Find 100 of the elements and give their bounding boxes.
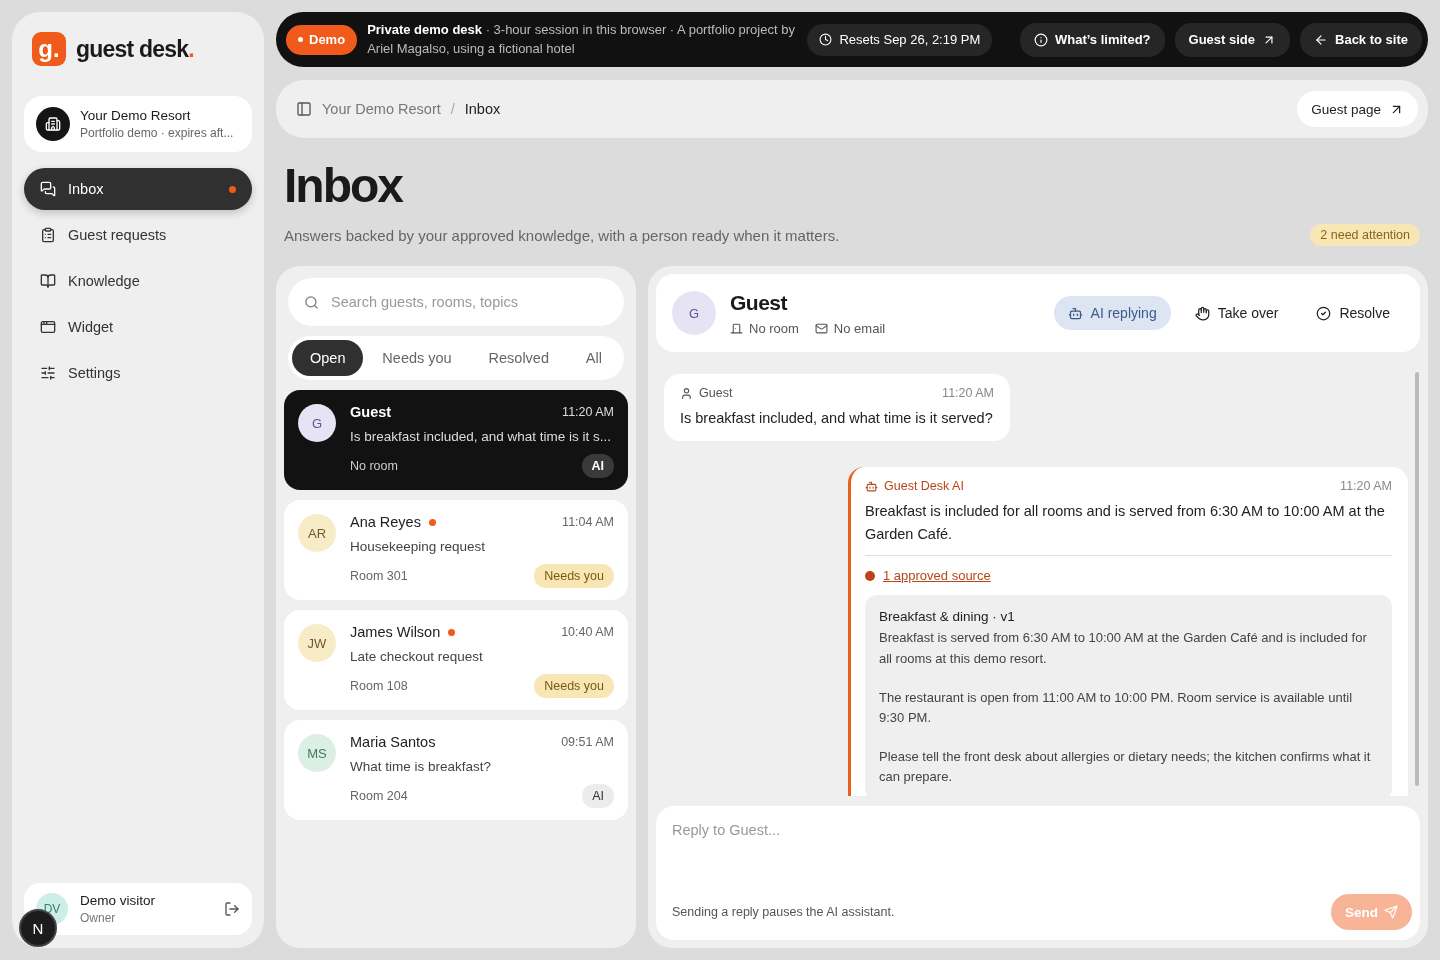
demo-badge: Demo xyxy=(286,24,358,55)
guest-name: Maria Santos xyxy=(350,734,436,750)
reply-composer[interactable]: Reply to Guest... Sending a reply pauses the AI assistant. Send xyxy=(656,806,1420,940)
status-tag: Needs you xyxy=(534,564,614,588)
sidebar-toggle-icon[interactable] xyxy=(296,101,312,117)
arrow-left-icon xyxy=(1314,32,1328,47)
message-text: Is breakfast included, and what time is it served? xyxy=(680,409,994,428)
avatar: G xyxy=(298,404,336,442)
filter-tab[interactable]: Open xyxy=(292,340,364,376)
search-input[interactable]: Search guests, rooms, topics xyxy=(329,293,608,311)
message-time: 11:20 AM xyxy=(942,386,994,400)
room-label: No room xyxy=(730,320,799,336)
check-circle-icon xyxy=(1316,305,1332,321)
clock-icon xyxy=(819,33,833,46)
user-role: Owner xyxy=(80,911,117,925)
avatar: G xyxy=(672,291,716,335)
ai-status-button[interactable]: AI replying xyxy=(1053,296,1171,330)
banner-button[interactable]: Back to site xyxy=(1300,22,1422,57)
logo-text: guest desk. xyxy=(76,35,194,63)
message-time: 10:40 AM xyxy=(561,625,614,639)
room-label: No room xyxy=(350,459,398,473)
conversation-item[interactable]: G Guest 11:20 AM Is breakfast included, and what time is it s... No room AI xyxy=(284,390,628,490)
banner-text: Private demo desk · 3-hour session in this browser · A portfolio project by Ariel Magalso, using a fictional hotel xyxy=(367,20,796,58)
message-author: Guest xyxy=(680,386,733,400)
attention-badge: 2 need attention xyxy=(1310,224,1420,246)
guest-name: Ana Reyes xyxy=(350,514,421,530)
conversation-item[interactable]: AR Ana Reyes 11:04 AM Housekeeping request Room 301 Needs you xyxy=(284,500,628,600)
header-action-button[interactable]: Resolve xyxy=(1302,296,1404,330)
guest-name: Guest xyxy=(350,404,392,420)
book-icon xyxy=(40,273,56,289)
logout-icon[interactable] xyxy=(224,901,240,917)
person-icon xyxy=(680,386,693,400)
mail-icon xyxy=(814,321,828,335)
chat-icon xyxy=(40,181,56,197)
search-field[interactable]: Search guests, rooms, topics xyxy=(288,278,624,326)
source-text: Please tell the front desk about allergies or dietary needs; the kitchen confirms what it can prepare. xyxy=(879,747,1372,787)
window-icon xyxy=(40,319,56,335)
door-icon xyxy=(730,321,743,335)
building-icon xyxy=(36,107,70,141)
user-name: Demo visitor xyxy=(80,893,156,908)
room-label: Room 301 xyxy=(350,569,408,583)
nav-item[interactable]: Widget xyxy=(24,306,252,348)
source-link[interactable]: 1 approved source xyxy=(883,568,991,584)
breadcrumb-current: Inbox xyxy=(464,101,502,117)
sliders-icon xyxy=(40,365,56,381)
status-tag: AI xyxy=(582,784,614,808)
source-text: Breakfast is served from 6:30 AM to 10:00 AM at the Garden Café and is included for all rooms at this demo resort. xyxy=(879,629,1368,668)
hand-icon xyxy=(1194,305,1210,321)
reset-chip: Resets Sep 26, 2:19 PM xyxy=(807,23,993,56)
composer-hint: Sending a reply pauses the AI assistant. xyxy=(672,905,895,919)
guest-name: James Wilson xyxy=(350,624,441,640)
robot-icon xyxy=(1067,305,1083,321)
guest-page-button[interactable]: Guest page xyxy=(1297,91,1418,127)
send-icon xyxy=(1384,905,1398,919)
page-title: Inbox xyxy=(284,162,404,210)
property-subtitle: Portfolio demo · expires aft... xyxy=(80,126,234,140)
avatar: JW xyxy=(298,624,336,662)
nav-item[interactable]: Settings xyxy=(24,352,252,394)
source-text: The restaurant is open from 11:00 AM to 10:00 PM. Room service is available until 9:30 PM. xyxy=(879,688,1354,727)
conversation-item[interactable]: MS Maria Santos 09:51 AM What time is breakfast? Room 204 AI xyxy=(284,720,628,820)
scrollbar[interactable] xyxy=(1414,372,1420,786)
message-preview: What time is breakfast? xyxy=(350,759,493,774)
robot-icon xyxy=(865,479,878,493)
room-label: Room 204 xyxy=(350,789,408,803)
avatar: MS xyxy=(298,734,336,772)
room-label: Room 108 xyxy=(350,679,408,693)
guest-name: Guest xyxy=(730,290,789,315)
filter-tab[interactable]: All xyxy=(567,340,620,376)
page-subtitle: Answers backed by your approved knowledge, with a person ready when it matters. xyxy=(284,226,840,244)
clipboard-icon xyxy=(40,227,56,243)
status-tag: AI xyxy=(581,454,614,478)
info-icon xyxy=(1033,32,1048,47)
header-action-button[interactable]: Take over xyxy=(1180,296,1293,330)
conversation-item[interactable]: JW James Wilson 10:40 AM Late checkout request Room 108 Needs you xyxy=(284,610,628,710)
logo-mark: g. xyxy=(32,32,66,66)
status-tag: Needs you xyxy=(534,674,614,698)
avatar: AR xyxy=(298,514,336,552)
nav-item[interactable]: Inbox xyxy=(24,168,252,210)
message-preview: Is breakfast included, and what time is it s... xyxy=(350,429,613,444)
message-preview: Late checkout request xyxy=(350,649,484,664)
filter-tab[interactable]: Needs you xyxy=(364,340,470,376)
message-time: 11:04 AM xyxy=(562,515,614,529)
breadcrumb-separator: / xyxy=(450,101,455,117)
source-title: Breakfast & dining · v1 xyxy=(879,609,1016,625)
banner-button[interactable]: What’s limited? xyxy=(1019,22,1165,57)
email-label: No email xyxy=(814,320,886,336)
message-text: Breakfast is included for all rooms and is served from 6:30 AM to 10:00 AM at the Garden Café. xyxy=(865,502,1386,544)
message-time: 11:20 AM xyxy=(562,405,614,419)
message-author: Guest Desk AI xyxy=(865,479,964,494)
message-preview: Housekeeping request xyxy=(350,539,487,554)
breadcrumb-link[interactable]: Your Demo Resort xyxy=(322,101,441,117)
filter-tab[interactable]: Resolved xyxy=(470,340,567,376)
property-card[interactable]: Your Demo Resort Portfolio demo · expires aft... xyxy=(24,96,252,152)
nav-item[interactable]: Knowledge xyxy=(24,260,252,302)
message-time: 09:51 AM xyxy=(561,735,614,749)
banner-button[interactable]: Guest side xyxy=(1174,22,1290,57)
message-time: 11:20 AM xyxy=(1340,479,1392,494)
search-icon xyxy=(304,294,319,310)
property-name: Your Demo Resort xyxy=(80,108,192,123)
nav-item[interactable]: Guest requests xyxy=(24,214,252,256)
